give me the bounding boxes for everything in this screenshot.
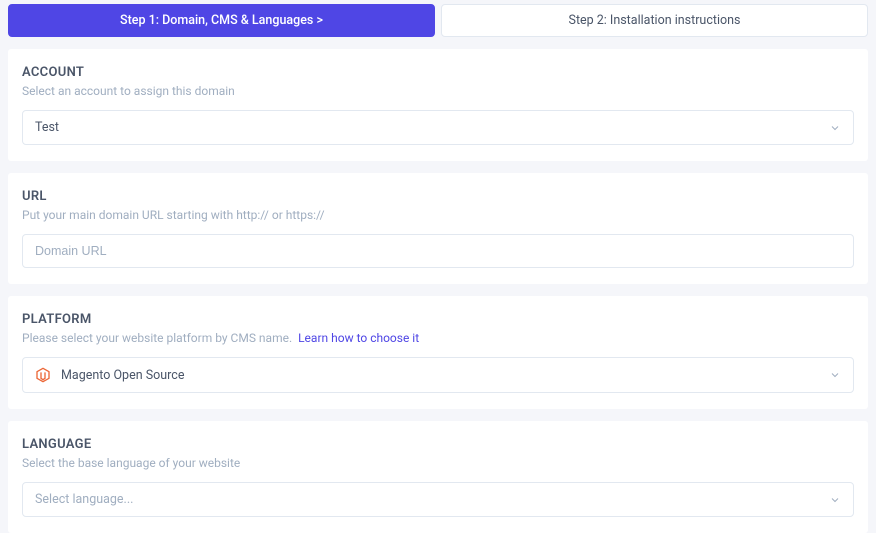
account-subtitle: Select an account to assign this domain	[22, 84, 854, 98]
step-2-tab[interactable]: Step 2: Installation instructions	[441, 4, 868, 37]
chevron-down-icon	[829, 122, 841, 134]
magento-icon	[35, 367, 51, 383]
language-section: LANGUAGE Select the base language of you…	[8, 421, 868, 533]
platform-subtitle: Please select your website platform by C…	[22, 331, 854, 345]
account-title: ACCOUNT	[22, 65, 854, 80]
account-selected-value: Test	[35, 120, 59, 135]
chevron-down-icon	[829, 369, 841, 381]
language-subtitle: Select the base language of your website	[22, 456, 854, 470]
url-section: URL Put your main domain URL starting wi…	[8, 173, 868, 284]
step-1-tab[interactable]: Step 1: Domain, CMS & Languages >	[8, 4, 435, 37]
wizard-steps: Step 1: Domain, CMS & Languages > Step 2…	[0, 0, 876, 37]
chevron-down-icon	[829, 494, 841, 506]
language-placeholder: Select language...	[35, 492, 133, 507]
url-title: URL	[22, 189, 854, 204]
domain-url-input[interactable]	[22, 234, 854, 268]
language-title: LANGUAGE	[22, 437, 854, 452]
account-section: ACCOUNT Select an account to assign this…	[8, 49, 868, 161]
platform-section: PLATFORM Please select your website plat…	[8, 296, 868, 409]
account-select[interactable]: Test	[22, 110, 854, 145]
platform-selected-value: Magento Open Source	[61, 368, 184, 383]
platform-select[interactable]: Magento Open Source	[22, 357, 854, 393]
learn-how-link[interactable]: Learn how to choose it	[298, 331, 419, 345]
url-subtitle: Put your main domain URL starting with h…	[22, 208, 854, 222]
platform-title: PLATFORM	[22, 312, 854, 327]
